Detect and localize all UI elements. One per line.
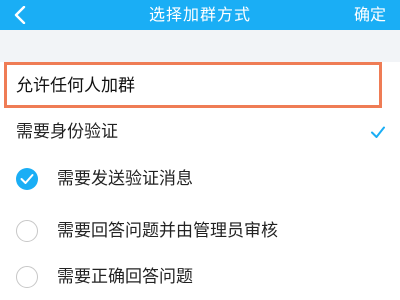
sub-option-answer-correctly[interactable]: 需要正确回答问题 [0,256,400,300]
sub-option-send-verification[interactable]: 需要发送验证消息 [0,158,400,202]
sub-option-label: 需要正确回答问题 [57,267,193,287]
back-chevron-icon [14,6,26,24]
back-button[interactable] [0,0,40,30]
radio-unchecked-icon[interactable] [16,266,38,288]
sub-option-label: 需要回答问题并由管理员审核 [57,221,278,241]
checkmark-icon [371,126,385,138]
section-gap [0,30,400,62]
sub-option-label: 需要发送验证消息 [57,169,193,189]
radio-unchecked-icon[interactable] [16,220,38,242]
page-title: 选择加群方式 [148,5,251,24]
sub-option-answer-and-admin-review[interactable]: 需要回答问题并由管理员审核 [0,210,400,254]
header-bar: 选择加群方式 确定 [0,0,400,30]
option-require-identity[interactable]: 需要身份验证 [0,114,400,150]
radio-checked-icon[interactable] [16,168,38,190]
option-require-identity-label: 需要身份验证 [16,122,118,142]
highlight-frame [4,62,382,108]
confirm-button[interactable]: 确定 [354,0,386,30]
